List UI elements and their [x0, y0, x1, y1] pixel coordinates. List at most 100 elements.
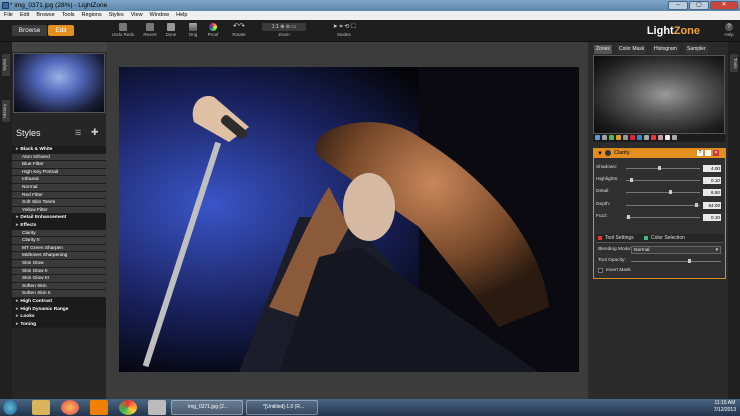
menu-tools[interactable]: Tools — [62, 11, 75, 20]
style-item[interactable]: Soften Skin II — [12, 290, 106, 298]
slider-track[interactable] — [626, 190, 700, 195]
style-item[interactable]: Yellow Filter — [12, 206, 106, 215]
slider-track[interactable] — [626, 166, 700, 170]
slider-track[interactable] — [626, 178, 700, 183]
slider-track[interactable] — [626, 202, 700, 207]
firefox-icon[interactable] — [61, 400, 79, 415]
style-category[interactable]: Black & White — [12, 146, 106, 154]
modes-controls[interactable]: ➤ ⌗ ⟲ ⛶ Modes — [320, 22, 368, 41]
rotate-button[interactable]: ↶↷ Rotate — [228, 22, 250, 41]
slider-value-field[interactable]: 0.10 — [703, 177, 721, 185]
explorer-icon[interactable] — [32, 400, 50, 415]
style-item[interactable]: Aton Infrared — [12, 153, 106, 162]
style-item[interactable]: Infrared — [12, 176, 106, 184]
invert-mask-checkbox[interactable] — [598, 268, 603, 273]
style-item[interactable]: MT Green Sharpen — [12, 244, 106, 253]
vlc-icon[interactable] — [90, 400, 108, 415]
enable-checkbox[interactable] — [705, 150, 711, 156]
minimize-button[interactable]: – — [668, 1, 688, 10]
slider-knob[interactable] — [687, 259, 691, 263]
slider-value-field[interactable]: 6.50 — [703, 189, 721, 197]
slider-value-field[interactable]: 4.00 — [703, 165, 721, 172]
help-button[interactable]: ? Help — [722, 22, 736, 41]
style-item[interactable]: Skin Glow III — [12, 275, 106, 283]
slider-knob[interactable] — [657, 166, 661, 170]
hue-icon[interactable] — [672, 135, 677, 140]
system-clock[interactable]: 11:15 AM 7/12/2013 — [714, 400, 736, 414]
noise-icon[interactable] — [658, 135, 663, 140]
tab-styles[interactable]: Styles — [2, 54, 10, 76]
color-icon[interactable] — [630, 135, 635, 140]
undo-redo-button[interactable]: Undo Redo — [110, 22, 136, 41]
close-button[interactable]: ✕ — [710, 1, 738, 10]
menu-file[interactable]: File — [4, 11, 13, 20]
revert-button[interactable]: Revert — [141, 22, 159, 41]
menu-styles[interactable]: Styles — [109, 11, 124, 20]
style-item[interactable]: Midtones Sharpening — [12, 252, 106, 260]
redeye-icon[interactable] — [651, 135, 656, 140]
remove-tool-icon[interactable]: ✕ — [713, 150, 719, 156]
tab-color-mask[interactable]: Color Mask — [617, 45, 647, 54]
style-item[interactable]: Soft Skin Tones — [12, 199, 106, 207]
slider-knob[interactable] — [627, 214, 631, 219]
proof-button[interactable]: Proof — [205, 22, 221, 41]
menu-regions[interactable]: Regions — [82, 11, 102, 20]
zonemapper-icon[interactable] — [595, 135, 600, 140]
style-category[interactable]: Looks — [12, 313, 106, 321]
clarity-tool-icon[interactable] — [616, 135, 621, 140]
done-button[interactable]: Done — [163, 22, 179, 41]
style-item[interactable]: Skin Glow II — [12, 267, 106, 276]
spot-icon[interactable] — [665, 135, 670, 140]
tone-icon[interactable] — [609, 135, 614, 140]
zoom-controls[interactable]: 1:1 ⊕ ⊖ ▭ Zoom — [260, 22, 308, 41]
style-item[interactable]: Red Filter — [12, 191, 106, 200]
style-item[interactable]: Clarity II — [12, 237, 106, 245]
menu-window[interactable]: Window — [150, 11, 170, 20]
task-untitled[interactable]: *[Untitled]-1.0 (R... — [246, 400, 318, 415]
maximize-button[interactable]: ▢ — [689, 1, 709, 10]
menu-help[interactable]: Help — [176, 11, 187, 20]
blending-mode-select[interactable]: Normal ▾ — [631, 246, 721, 254]
slider-value-field[interactable]: 0.10 — [703, 213, 721, 221]
tool-opacity-slider[interactable] — [631, 259, 721, 263]
tab-sampler[interactable]: Sampler — [685, 45, 708, 54]
style-item[interactable]: High Key Portrait — [12, 168, 106, 177]
style-item[interactable]: Soften Skin — [12, 282, 106, 291]
collapse-icon[interactable]: ▼ — [597, 150, 603, 159]
style-item[interactable]: Skin Glow — [12, 260, 106, 268]
add-style-icon[interactable]: ✚ — [91, 127, 99, 138]
blur-icon[interactable] — [644, 135, 649, 140]
tab-zones[interactable]: Zones — [594, 45, 612, 54]
start-button[interactable] — [3, 400, 17, 415]
menu-edit[interactable]: Edit — [20, 11, 29, 20]
menu-view[interactable]: View — [131, 11, 143, 20]
style-category[interactable]: High Contrast — [12, 298, 106, 306]
browse-button[interactable]: Browse — [12, 25, 47, 36]
photo[interactable] — [119, 67, 579, 372]
tab-history[interactable]: History — [2, 100, 10, 122]
chrome-icon[interactable] — [119, 400, 137, 415]
tab-color-selection[interactable]: Color Selection — [651, 234, 685, 243]
style-item[interactable]: Blue Filter — [12, 161, 106, 169]
style-category[interactable]: Effects — [12, 222, 106, 230]
slider-value-field[interactable]: 64.00 — [703, 201, 721, 209]
tab-tool-settings[interactable]: Tool Settings — [605, 234, 634, 243]
slider-knob[interactable] — [694, 202, 698, 207]
help-icon[interactable]: ? — [697, 150, 703, 156]
style-item[interactable]: Normal — [12, 184, 106, 192]
list-view-icon[interactable]: ☰ — [75, 129, 81, 137]
menu-browse[interactable]: Browse — [36, 11, 54, 20]
tab-tools[interactable]: Tools — [730, 54, 738, 72]
slider-knob[interactable] — [629, 178, 633, 183]
app-icon-5[interactable] — [148, 400, 166, 415]
style-item[interactable]: Clarity — [12, 229, 106, 238]
slider-track[interactable] — [626, 214, 700, 219]
orig-button[interactable]: Orig — [185, 22, 201, 41]
tab-histogram[interactable]: Histogram — [652, 45, 679, 54]
slider-knob[interactable] — [668, 190, 672, 195]
task-lightzone-image[interactable]: img_0371.jpg (2... — [171, 400, 243, 415]
edit-button[interactable]: Edit — [48, 25, 74, 36]
relight-icon[interactable] — [602, 135, 607, 140]
style-category[interactable]: Detail Enhancement — [12, 214, 106, 222]
balance-icon[interactable] — [637, 135, 642, 140]
